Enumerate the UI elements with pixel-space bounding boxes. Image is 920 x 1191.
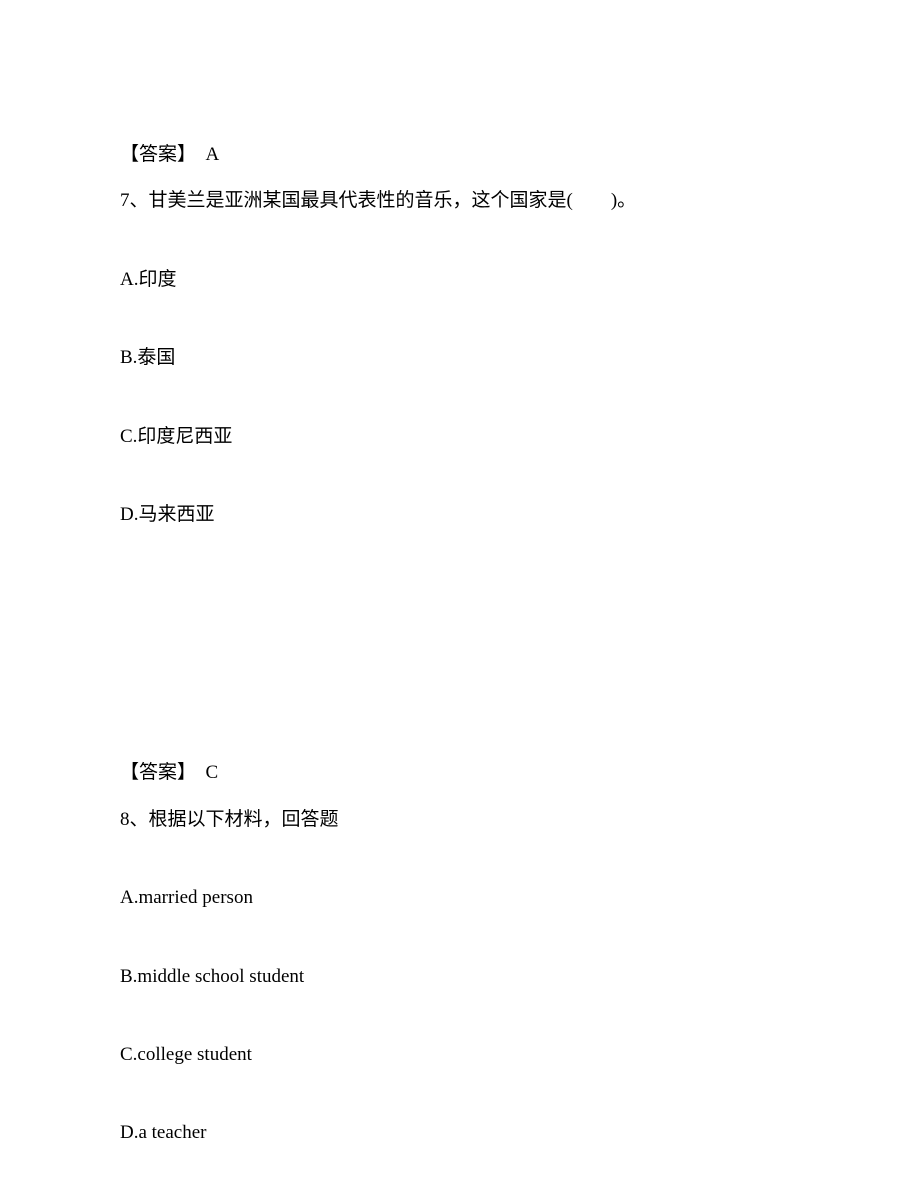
option-text: C.college student — [120, 1044, 252, 1065]
option-text: D.a teacher — [120, 1122, 207, 1143]
question-number: 7、 — [120, 190, 149, 211]
option-text: B.middle school student — [120, 966, 304, 987]
option-text: B.泰国 — [120, 347, 175, 368]
answer-label: 【答案】 — [120, 144, 196, 165]
question-text: 根据以下材料，回答题 — [149, 809, 339, 830]
answer-value: C — [206, 762, 219, 783]
option-text: C.印度尼西亚 — [120, 426, 232, 447]
question-text: 甘美兰是亚洲某国最具代表性的音乐，这个国家是( )。 — [149, 190, 637, 211]
question-8-option-d: D.a teacher — [120, 1118, 800, 1148]
question-7-option-b: B.泰国 — [120, 343, 800, 373]
answer-6: 【答案】 A — [120, 140, 800, 170]
question-8: 8、根据以下材料，回答题 — [120, 805, 800, 835]
question-8-option-a: A.married person — [120, 883, 800, 913]
question-7-option-d: D.马来西亚 — [120, 500, 800, 530]
question-7-option-c: C.印度尼西亚 — [120, 422, 800, 452]
question-7-option-a: A.印度 — [120, 265, 800, 295]
question-7: 7、甘美兰是亚洲某国最具代表性的音乐，这个国家是( )。 — [120, 186, 800, 216]
option-text: A.印度 — [120, 269, 176, 290]
answer-7: 【答案】 C — [120, 758, 800, 788]
spacer — [120, 578, 800, 758]
answer-label: 【答案】 — [120, 762, 196, 783]
question-number: 8、 — [120, 809, 149, 830]
option-text: D.马来西亚 — [120, 504, 214, 525]
option-text: A.married person — [120, 887, 253, 908]
answer-value: A — [206, 144, 220, 165]
question-8-option-b: B.middle school student — [120, 962, 800, 992]
question-8-option-c: C.college student — [120, 1040, 800, 1070]
